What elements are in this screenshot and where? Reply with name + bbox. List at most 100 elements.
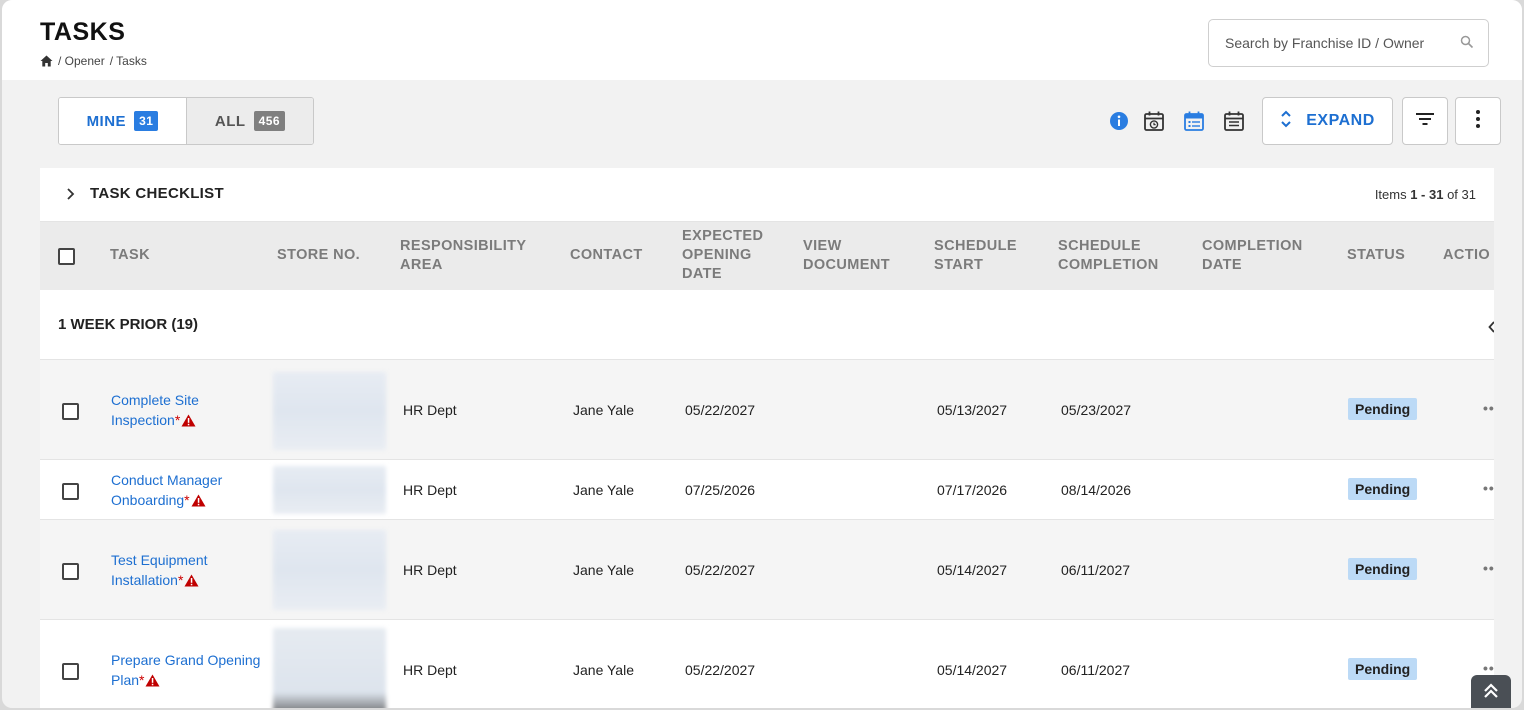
scroll-to-top-button[interactable] [1471,675,1511,708]
task-name-line2: Onboarding [111,492,185,508]
app-frame: TASKS / Opener / Tasks MINE 31 ALL 456 [2,0,1522,708]
table-row[interactable]: Conduct Manager Onboarding* HR Dept Jane … [40,460,1494,520]
schedule-completion: 08/14/2026 [1061,482,1132,498]
responsibility-area: HR Dept [403,562,457,578]
schedule-completion: 06/11/2027 [1061,662,1131,678]
breadcrumb-opener[interactable]: / Opener [58,54,105,68]
items-prefix: Items [1374,187,1411,202]
contact-name: Jane Yale [573,402,634,418]
toggle-all[interactable]: ALL 456 [186,98,313,144]
toggle-mine[interactable]: MINE 31 [59,98,186,144]
items-count: Items 1 - 31 of 31 [1375,187,1476,202]
calendar-list-icon[interactable] [1182,109,1206,133]
page-header: TASKS / Opener / Tasks [2,0,1522,80]
expected-opening-date: 05/22/2027 [685,402,756,418]
search-box [1208,19,1489,67]
filter-icon [1415,111,1435,132]
col-completion-date[interactable]: COMPLETION DATE [1202,237,1303,275]
task-name-line1: Prepare Grand Opening [111,652,261,668]
filter-button[interactable] [1402,97,1448,145]
expand-button[interactable]: EXPAND [1262,97,1393,145]
row-actions-icon[interactable]: •• [1483,400,1494,416]
schedule-start: 05/14/2027 [937,662,1008,678]
expected-opening-date: 05/22/2027 [685,662,756,678]
items-suffix: of 31 [1443,187,1476,202]
table-row[interactable]: Prepare Grand Opening Plan* HR Dept Jane … [40,620,1494,708]
contact-name: Jane Yale [573,662,634,678]
warning-icon [181,412,196,432]
search-input[interactable] [1209,20,1449,66]
all-count-badge: 456 [253,111,286,131]
select-all-checkbox[interactable] [58,248,75,265]
responsibility-area: HR Dept [403,662,457,678]
home-icon[interactable] [40,55,53,67]
table-header: TASK STORE NO. RESPONSIBILITY AREA CONTA… [40,222,1494,290]
expected-opening-date: 05/22/2027 [685,562,756,578]
row-checkbox[interactable] [62,483,79,500]
task-name-line1: Complete Site [111,392,199,408]
store-number-redacted [273,466,386,514]
responsibility-area: HR Dept [403,482,457,498]
more-options-button[interactable] [1455,97,1501,145]
chevron-right-icon[interactable] [66,186,76,207]
status-badge: Pending [1348,398,1418,420]
chevron-left-icon[interactable] [1488,320,1494,338]
kebab-menu-icon [1475,109,1481,134]
table-row[interactable]: Test Equipment Installation* HR Dept Jane… [40,520,1494,620]
contact-name: Jane Yale [573,482,634,498]
col-responsibility-area[interactable]: RESPONSIBILITY AREA [400,237,526,275]
toggle-mine-label: MINE [86,112,127,130]
col-task[interactable]: TASK [110,246,150,265]
schedule-start: 05/14/2027 [937,562,1008,578]
task-link[interactable]: Test Equipment Installation* [111,550,271,592]
store-number-redacted [273,628,386,708]
status-badge: Pending [1348,558,1418,580]
schedule-start: 07/17/2026 [937,482,1008,498]
task-link[interactable]: Conduct Manager Onboarding* [111,470,271,512]
responsibility-area: HR Dept [403,402,457,418]
calendar-notes-icon[interactable] [1222,109,1246,133]
store-number-redacted [273,530,386,610]
required-marker: * [184,492,190,508]
mine-all-toggle: MINE 31 ALL 456 [58,97,314,145]
required-marker: * [174,412,181,428]
group-header-row[interactable]: 1 WEEK PRIOR (19) [40,290,1494,360]
table-row[interactable]: Complete Site Inspection* HR Dept Jane Ya… [40,360,1494,460]
row-actions-icon[interactable]: •• [1483,660,1494,676]
task-name-line2: Installation [111,572,178,588]
row-checkbox[interactable] [62,663,79,680]
search-icon[interactable] [1460,35,1474,54]
col-contact[interactable]: CONTACT [570,246,643,265]
warning-icon [191,492,206,512]
row-actions-icon[interactable]: •• [1483,560,1494,576]
page-title: TASKS [40,18,126,46]
status-badge: Pending [1348,658,1418,680]
info-icon[interactable] [1107,109,1131,133]
row-actions-icon[interactable]: •• [1483,480,1494,496]
panel-header: TASK CHECKLIST Items 1 - 31 of 31 [40,168,1494,222]
calendar-clock-icon[interactable] [1142,109,1166,133]
breadcrumb-tasks: / Tasks [109,54,147,68]
task-name-line2: Inspection [111,412,175,428]
col-view-document[interactable]: VIEW DOCUMENT [803,237,890,275]
group-label: 1 WEEK PRIOR (19) [58,316,199,333]
task-link[interactable]: Prepare Grand Opening Plan* [111,650,281,692]
row-checkbox[interactable] [62,563,79,580]
col-expected-opening-date[interactable]: EXPECTED OPENING DATE [682,227,763,284]
contact-name: Jane Yale [573,562,634,578]
schedule-completion: 06/11/2027 [1061,562,1131,578]
panel-title: TASK CHECKLIST [90,185,224,202]
col-schedule-completion[interactable]: SCHEDULE COMPLETION [1058,237,1159,275]
schedule-completion: 05/23/2027 [1061,402,1132,418]
task-link[interactable]: Complete Site Inspection* [111,390,271,432]
col-schedule-start[interactable]: SCHEDULE START [934,237,1017,275]
col-store-no[interactable]: STORE NO. [277,246,360,265]
expected-opening-date: 07/25/2026 [685,482,756,498]
store-number-redacted [273,372,386,450]
col-status[interactable]: STATUS [1347,246,1405,265]
task-name-line2: Plan [111,672,140,688]
col-actions: ACTIO [1443,247,1491,263]
task-name-line1: Test Equipment [111,552,208,568]
required-marker: * [177,572,184,588]
row-checkbox[interactable] [62,403,79,420]
